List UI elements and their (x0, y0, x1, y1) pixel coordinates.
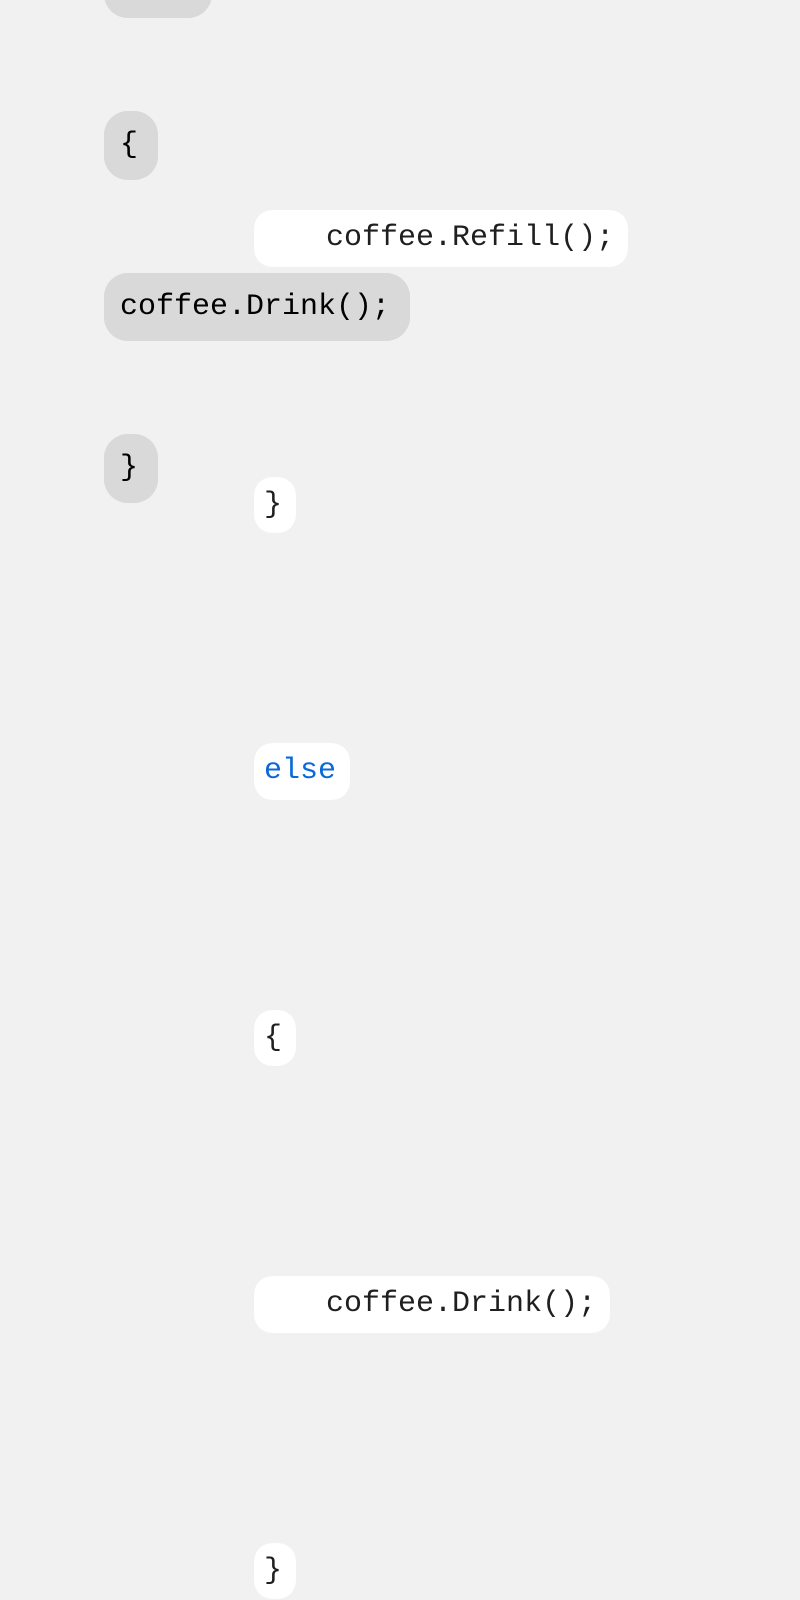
code-line-3: { (110, 0, 800, 53)
code-sticker: Coffee coffee = new Coffee(); if (coffee… (110, 0, 800, 1600)
code-line-7: { (110, 957, 800, 1119)
code-block: Coffee coffee = new Coffee(); if (coffee… (110, 0, 800, 1600)
code-line-9: } (110, 1490, 800, 1600)
code-line-8: coffee.Drink(); (110, 1224, 800, 1386)
code-line-5: } (110, 424, 800, 586)
code-line-4: coffee.Refill(); (110, 158, 800, 320)
code-line-6: else (110, 691, 800, 853)
